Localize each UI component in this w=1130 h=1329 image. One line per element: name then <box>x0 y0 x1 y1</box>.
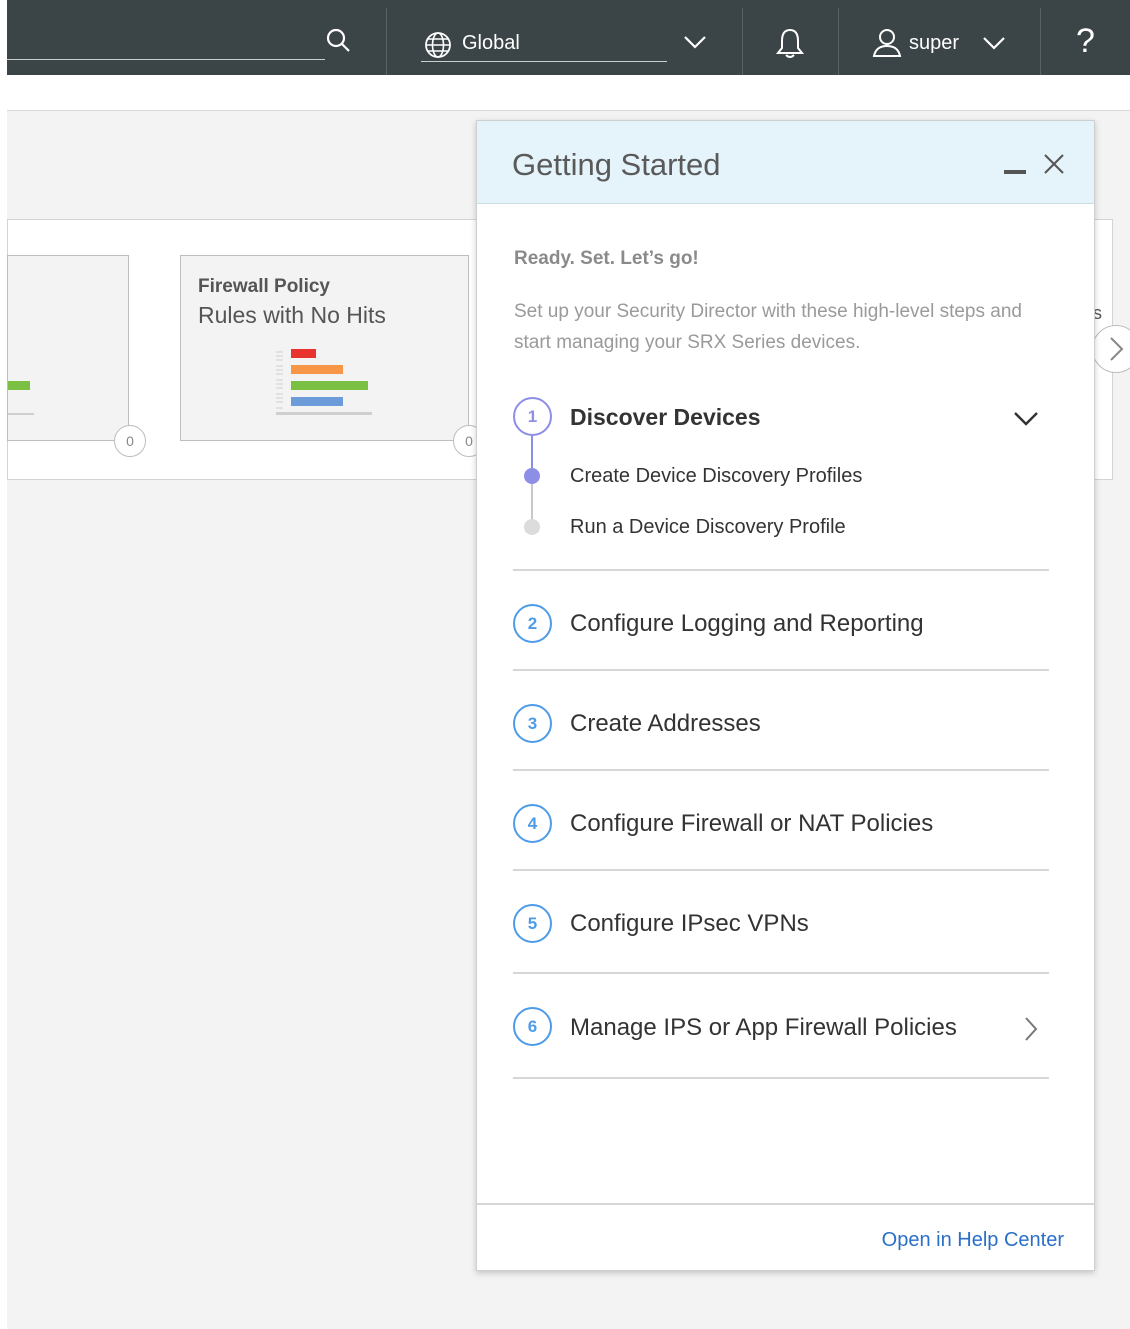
domain-selector[interactable]: Global <box>421 28 667 62</box>
mini-bar-chart-icon <box>276 349 372 415</box>
divider <box>513 569 1049 571</box>
step-number-badge: 3 <box>513 704 552 743</box>
step-label: Configure Logging and Reporting <box>570 610 924 637</box>
chevron-down-icon[interactable] <box>982 31 1006 55</box>
divider <box>513 669 1049 671</box>
substep-dot-pending <box>524 519 540 535</box>
chevron-down-icon[interactable] <box>683 30 707 54</box>
breadcrumb-bar <box>7 75 1130 111</box>
left-edge <box>0 0 7 75</box>
step-label: Configure Firewall or NAT Policies <box>570 810 934 837</box>
tile-title: Firewall Policy <box>198 276 330 297</box>
step-number-badge: 1 <box>513 397 552 436</box>
chevron-down-icon[interactable] <box>1013 408 1039 428</box>
globe-icon <box>425 32 451 58</box>
open-help-center-link[interactable]: Open in Help Center <box>882 1229 1064 1252</box>
step-label: Discover Devices <box>570 404 761 430</box>
chart-axis <box>8 413 34 415</box>
divider <box>513 769 1049 771</box>
search-icon[interactable] <box>325 27 351 53</box>
close-icon[interactable] <box>1042 152 1066 176</box>
minimize-icon[interactable] <box>1004 170 1026 174</box>
divider <box>513 972 1049 974</box>
search-input[interactable] <box>7 59 325 60</box>
step-label: Create Addresses <box>570 710 761 737</box>
panel-footer: Open in Help Center <box>477 1203 1094 1270</box>
top-nav-bar: Global super ? <box>0 0 1130 75</box>
substep-dot-current <box>524 468 540 484</box>
chevron-right-icon[interactable] <box>1023 1015 1039 1043</box>
step-number-badge: 6 <box>513 1007 552 1046</box>
divider <box>838 8 839 75</box>
divider <box>513 1077 1049 1079</box>
user-name: super <box>909 32 960 54</box>
chart-bar <box>8 381 30 390</box>
left-edge <box>0 75 7 1329</box>
user-icon <box>872 29 902 57</box>
panel-title: Getting Started <box>512 147 721 182</box>
substep-run-discovery-profile[interactable]: Run a Device Discovery Profile <box>570 516 846 539</box>
step-label: Configure IPsec VPNs <box>570 910 809 937</box>
substep-create-discovery-profiles[interactable]: Create Device Discovery Profiles <box>570 465 862 488</box>
step-number-badge: 5 <box>513 904 552 943</box>
chevron-right-icon <box>1110 337 1124 361</box>
step-number-badge: 2 <box>513 604 552 643</box>
domain-label: Global <box>462 32 520 54</box>
divider <box>386 8 387 75</box>
divider <box>513 869 1049 871</box>
divider <box>1040 8 1041 75</box>
tile-subtitle: Rules with No Hits <box>198 302 386 328</box>
panel-intro: Set up your Security Director with these… <box>514 301 1022 353</box>
step-number-badge: 4 <box>513 804 552 843</box>
step-label: Manage IPS or App Firewall Policies <box>570 1014 957 1041</box>
tile-count-badge: 0 <box>114 425 146 457</box>
panel-header: Getting Started <box>477 121 1094 204</box>
bell-icon[interactable] <box>775 27 805 59</box>
divider <box>742 8 743 75</box>
panel-tagline: Ready. Set. Let’s go! <box>514 248 699 269</box>
getting-started-panel: Getting Started Ready. Set. Let’s go! Se… <box>476 120 1095 1271</box>
firewall-policy-tile[interactable]: Firewall Policy Rules with No Hits <box>180 255 469 441</box>
dashboard-tile[interactable] <box>7 255 129 441</box>
help-icon[interactable]: ? <box>1076 22 1095 61</box>
